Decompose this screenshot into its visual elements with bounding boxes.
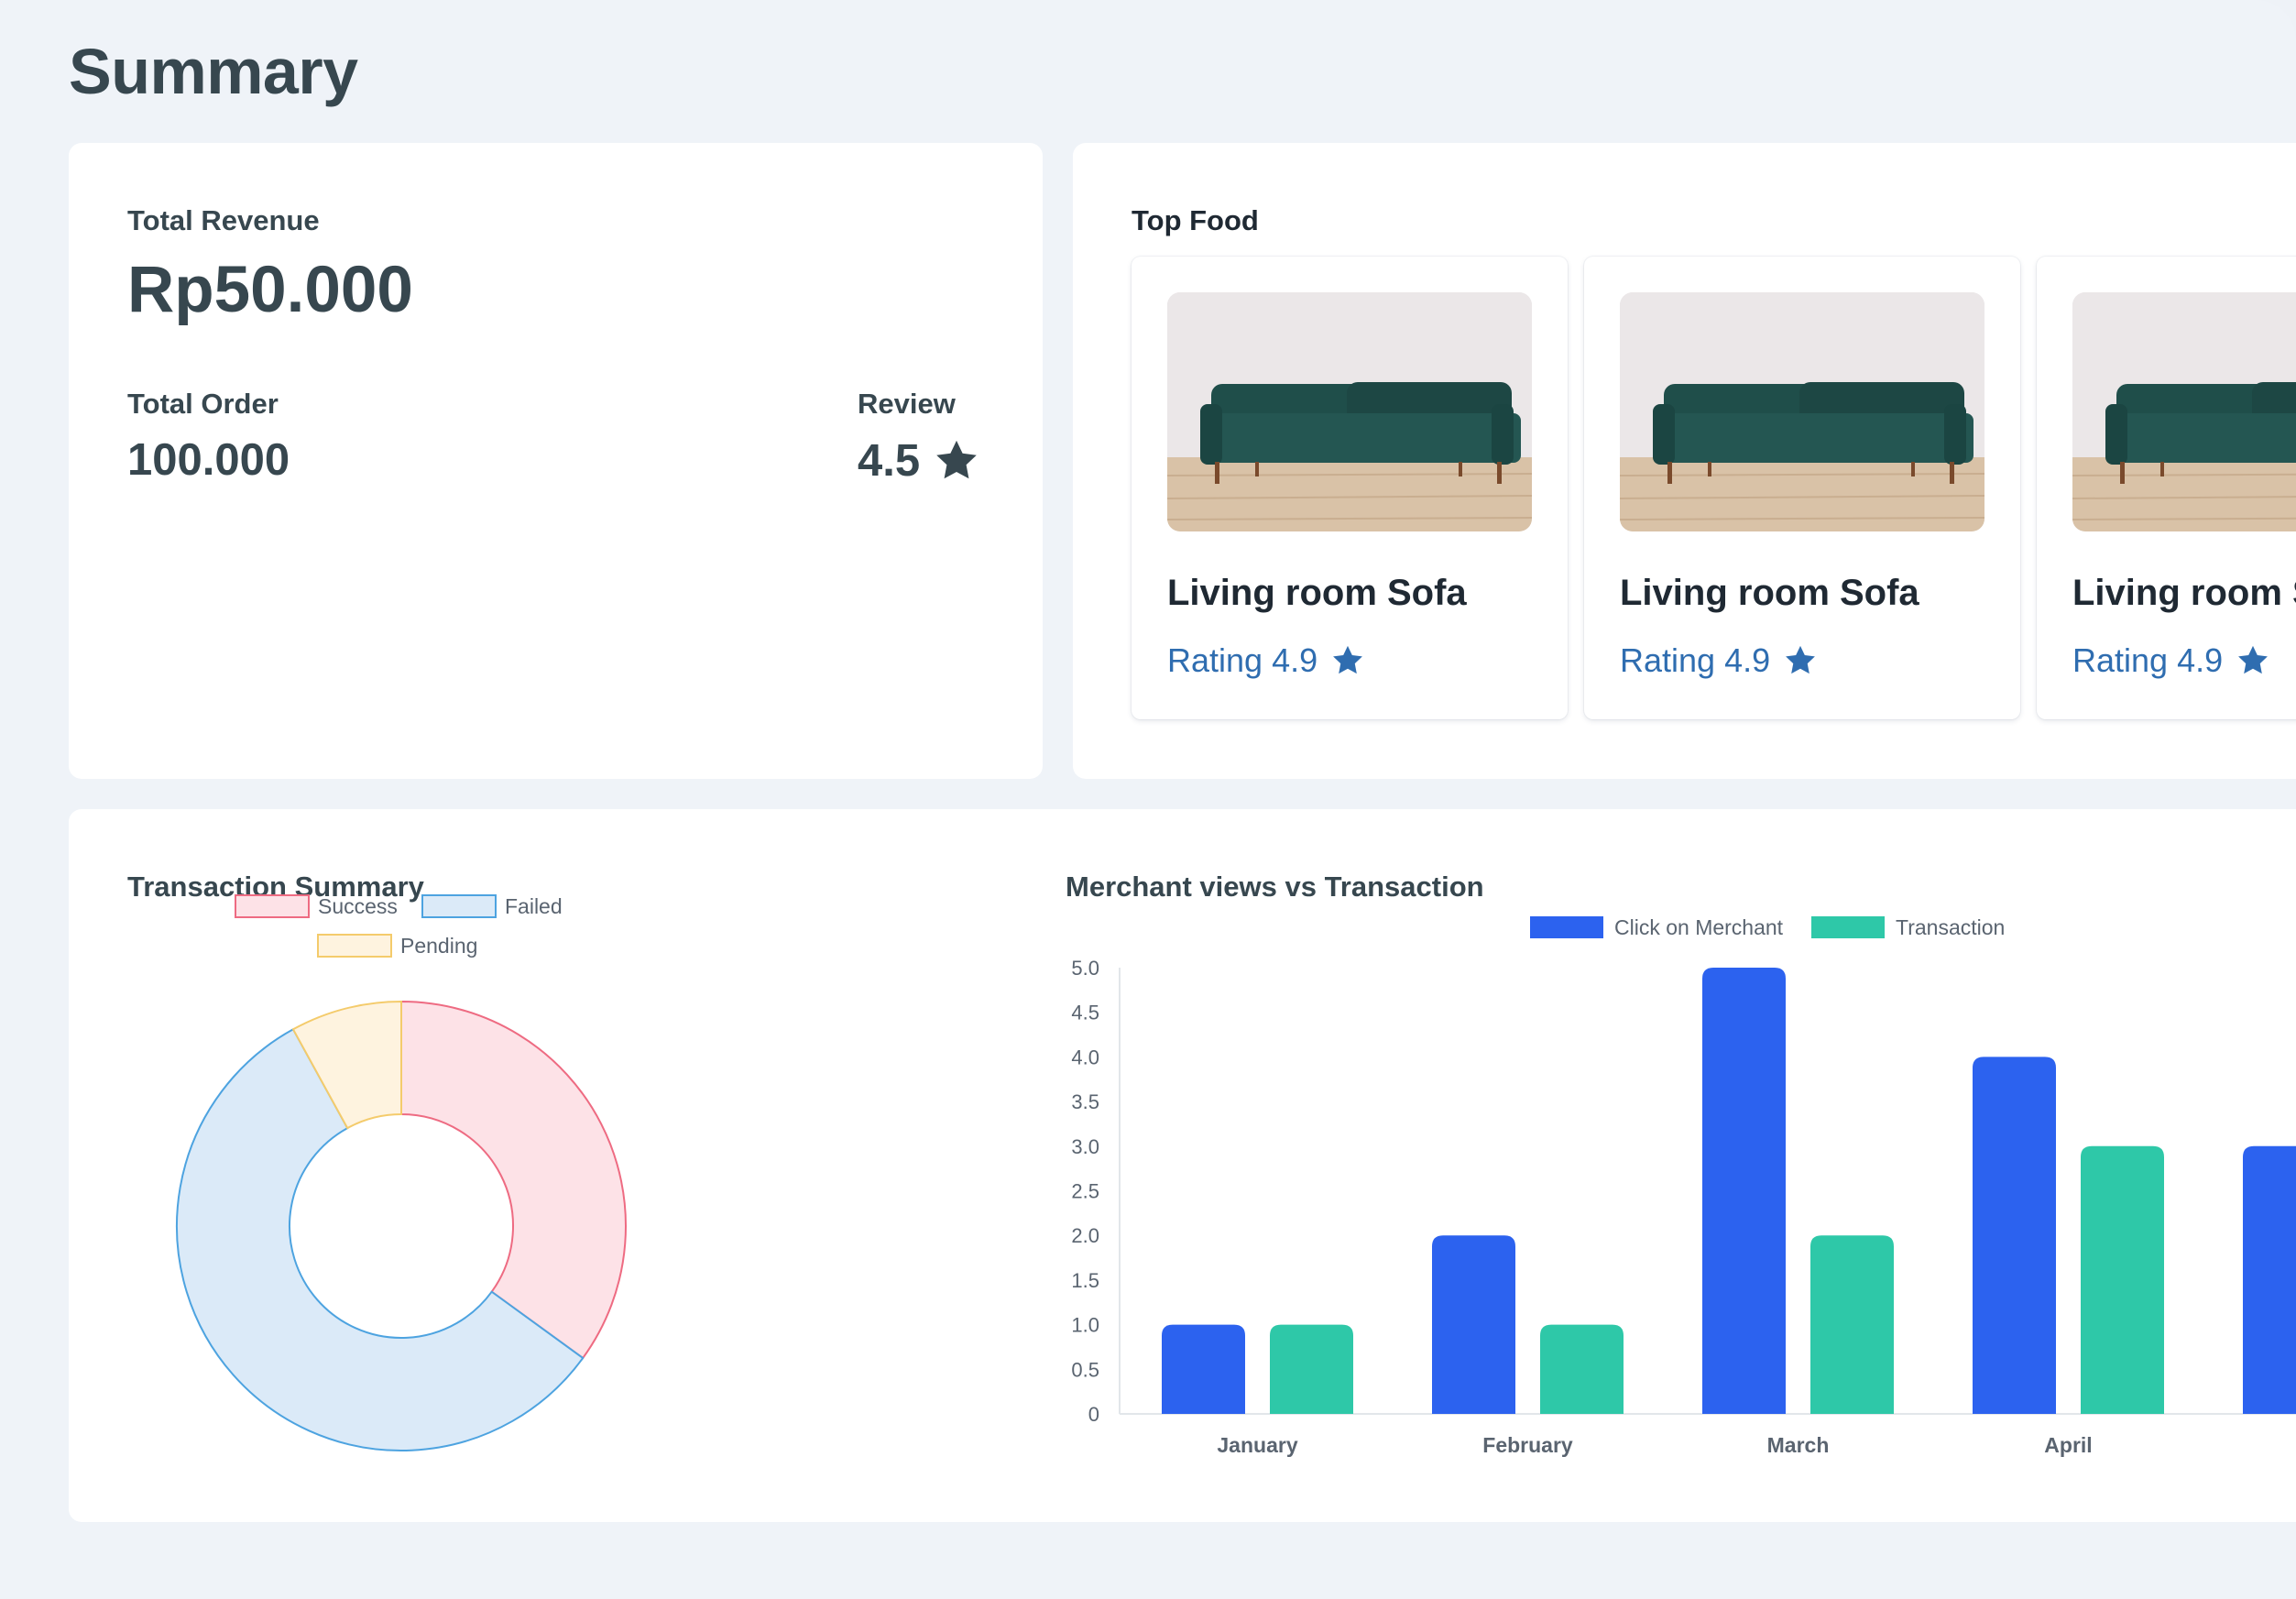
page-title: Summary <box>69 36 358 107</box>
food-rating-text: Rating 4.9 <box>2072 641 2224 679</box>
green-sofa-image <box>2072 292 2296 531</box>
total-revenue-value: Rp50.000 <box>127 254 413 326</box>
star-icon <box>1786 645 1816 674</box>
total-order-value: 100.000 <box>127 435 290 485</box>
food-rating-text: Rating 4.9 <box>1620 641 1771 679</box>
legend-label-pending: Pending <box>400 934 477 958</box>
legend-swatch-pending <box>317 934 392 958</box>
green-sofa-image <box>1620 292 1984 531</box>
legend-label-series-1: Transaction <box>1896 915 2005 939</box>
y-tick-label: 1.5 <box>1071 1269 1099 1292</box>
legend-swatch-failed <box>421 894 497 918</box>
y-tick-label: 4.0 <box>1071 1046 1099 1068</box>
legend-label-series-0: Click on Merchant <box>1614 915 1784 939</box>
star-icon <box>1333 645 1363 674</box>
food-name: Living room Sofa <box>1620 573 1919 613</box>
charts-canvas: Success Failed Pending Click on Merchant Tra… <box>176 894 2296 1457</box>
y-tick-label: 3.0 <box>1071 1135 1099 1158</box>
y-tick-label: 4.5 <box>1071 1002 1099 1024</box>
bar-january-series-1 <box>1270 1324 1353 1414</box>
sofa-illustration <box>2072 292 2296 531</box>
star-icon <box>2238 645 2269 674</box>
food-card[interactable]: Living room Sofa Rating 4.9 <box>1132 257 1568 719</box>
y-tick-label: 1.0 <box>1071 1314 1099 1337</box>
y-tick-label: 2.0 <box>1071 1224 1099 1247</box>
x-tick-label: April <box>2044 1433 2092 1457</box>
top-food-card: Top Food Living room Sofa Rating 4.9 Liv… <box>1073 143 2296 779</box>
x-tick-label: January <box>1217 1433 1297 1457</box>
legend-label-failed: Failed <box>505 894 563 918</box>
bar-february-series-0 <box>1432 1235 1515 1414</box>
x-tick-label: February <box>1482 1433 1573 1457</box>
y-tick-label: 3.5 <box>1071 1090 1099 1113</box>
legend-swatch-series-0 <box>1530 916 1603 938</box>
bar-april-series-1 <box>2081 1145 2164 1414</box>
bar-january-series-0 <box>1162 1324 1245 1414</box>
dashboard-frame: Summary Total Revenue Rp50.000 Total Ord… <box>0 0 2296 1599</box>
donut-slice-success <box>400 1000 627 1360</box>
y-tick-label: 5.0 <box>1071 957 1099 980</box>
stats-card: Total Revenue Rp50.000 Total Order 100.0… <box>69 143 1043 779</box>
food-rating: Rating 4.9 <box>1620 641 1818 680</box>
star-icon <box>936 440 977 479</box>
bar-may-series-0 <box>2243 1145 2296 1414</box>
bar-march-series-0 <box>1702 968 1786 1414</box>
food-name: Living room Sofa <box>2072 573 2296 613</box>
food-card[interactable]: Living room Sofa Rating 4.9 <box>2037 257 2296 719</box>
food-card[interactable]: Living room Sofa Rating 4.9 <box>1584 257 2020 719</box>
top-food-title: Top Food <box>1132 204 1259 236</box>
sofa-illustration <box>1167 292 1532 531</box>
review-label: Review <box>858 388 956 420</box>
total-order-label: Total Order <box>127 388 279 420</box>
food-rating: Rating 4.9 <box>2072 641 2270 680</box>
food-rating-text: Rating 4.9 <box>1167 641 1318 679</box>
legend-swatch-series-1 <box>1811 916 1885 938</box>
x-tick-label: March <box>1767 1433 1830 1457</box>
y-tick-label: 0.5 <box>1071 1358 1099 1381</box>
legend-label-success: Success <box>318 894 398 918</box>
y-tick-label: 2.5 <box>1071 1180 1099 1203</box>
bar-february-series-1 <box>1540 1324 1624 1414</box>
food-name: Living room Sofa <box>1167 573 1467 613</box>
sofa-illustration <box>1620 292 1984 531</box>
review-value: 4.5 <box>858 436 921 486</box>
charts-card: Transaction Summary Merchant views vs Tr… <box>69 809 2296 1522</box>
bar-april-series-0 <box>1973 1057 2056 1414</box>
review-row: 4.5 <box>858 435 980 487</box>
bar-march-series-1 <box>1810 1235 1894 1414</box>
food-list: Living room Sofa Rating 4.9 Living room … <box>1132 257 2296 733</box>
legend-swatch-success <box>235 894 310 918</box>
y-tick-label: 0 <box>1088 1403 1099 1426</box>
food-rating: Rating 4.9 <box>1167 641 1365 680</box>
total-revenue-label: Total Revenue <box>127 204 320 236</box>
green-sofa-image <box>1167 292 1532 531</box>
